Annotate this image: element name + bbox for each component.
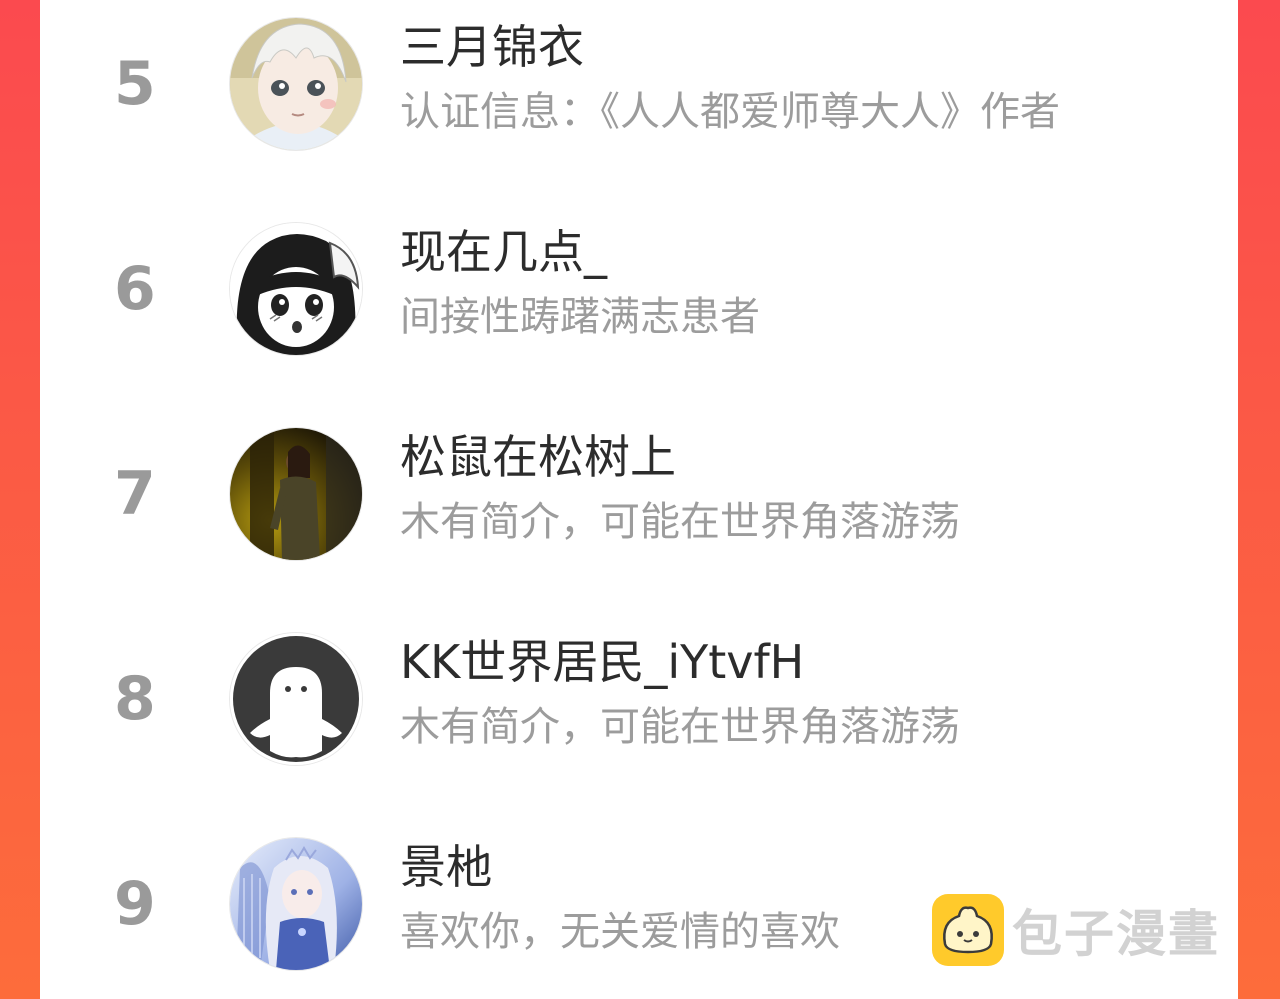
rank-number: 7 — [114, 459, 156, 529]
list-item[interactable]: 7 松鼠在松树上 木有简介，可能在世界角落游荡 — [40, 424, 1238, 564]
dark-photo-woman-avatar[interactable] — [230, 428, 362, 560]
list-item[interactable]: 5 三月锦衣 认证信息：《人人都爱师尊大人》作者 — [40, 14, 1238, 154]
rank-number: 9 — [114, 869, 156, 939]
rank-number: 8 — [114, 664, 156, 734]
page-background: 5 三月锦衣 认证信息：《人人都爱师尊大人》作者 6 现在几点_ 间接性踌躇满志… — [0, 0, 1280, 999]
user-bio: 木有简介，可能在世界角落游荡 — [400, 499, 960, 545]
user-name[interactable]: KK世界居民_iYtvfH — [400, 633, 804, 691]
default-ghost-avatar[interactable] — [230, 633, 362, 765]
anime-princess-harp-avatar[interactable] — [230, 838, 362, 970]
ranking-card: 5 三月锦衣 认证信息：《人人都爱师尊大人》作者 6 现在几点_ 间接性踌躇满志… — [40, 0, 1238, 999]
user-name[interactable]: 三月锦衣 — [400, 18, 584, 76]
user-bio: 间接性踌躇满志患者 — [400, 294, 760, 340]
watermark-text: 包子漫畫 — [1012, 905, 1220, 963]
user-bio: 喜欢你，无关爱情的喜欢 — [400, 909, 840, 955]
bun-face-logo-icon — [932, 894, 1004, 966]
user-bio: 木有简介，可能在世界角落游荡 — [400, 704, 960, 750]
user-name[interactable]: 景杝 — [400, 838, 492, 896]
rank-number: 5 — [114, 49, 156, 119]
list-item[interactable]: 6 现在几点_ 间接性踌躇满志患者 — [40, 219, 1238, 359]
anime-white-hair-boy-avatar[interactable] — [230, 18, 362, 150]
user-name[interactable]: 现在几点_ — [400, 223, 607, 281]
user-name[interactable]: 松鼠在松树上 — [400, 428, 676, 486]
user-bio: 认证信息：《人人都爱师尊大人》作者 — [400, 89, 1060, 135]
site-watermark: 包子漫畫 — [932, 894, 1220, 966]
rank-number: 6 — [114, 254, 156, 324]
list-item[interactable]: 8 KK世界居民_iYtvfH 木有简介，可能在世界角落游荡 — [40, 629, 1238, 769]
manga-girl-avatar[interactable] — [230, 223, 362, 355]
